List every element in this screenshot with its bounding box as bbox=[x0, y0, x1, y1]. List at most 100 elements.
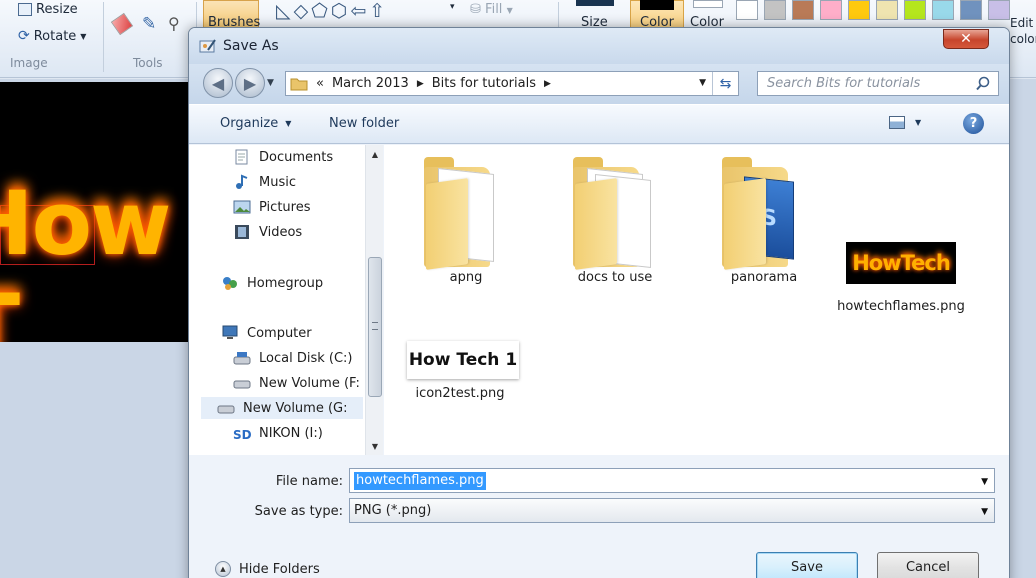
hide-folders-button[interactable]: ▲ Hide Folders bbox=[215, 561, 320, 577]
chevron-right-icon[interactable]: ▶ bbox=[544, 79, 551, 89]
chevron-right-icon[interactable]: ▶ bbox=[417, 79, 424, 89]
folder-icon: S bbox=[722, 155, 804, 270]
save-as-type-select[interactable]: PNG (*.png) ▼ bbox=[349, 498, 995, 523]
close-icon: ✕ bbox=[960, 31, 972, 47]
change-view-button[interactable]: ▼ bbox=[889, 116, 921, 129]
palette-swatch[interactable] bbox=[960, 0, 982, 20]
nav-item-new-volume-g[interactable]: New Volume (G: bbox=[201, 397, 363, 419]
file-name-field[interactable]: howtechflames.png ▼ bbox=[349, 468, 995, 493]
color-picker-tool-icon[interactable]: ✎ bbox=[142, 14, 156, 34]
nav-item-videos[interactable]: Videos bbox=[233, 221, 302, 243]
address-dropdown-icon[interactable]: ▼ bbox=[699, 78, 706, 88]
navigation-scrollbar[interactable]: ▲ ▼ bbox=[365, 145, 383, 455]
organize-button[interactable]: Organize ▼ bbox=[220, 116, 291, 131]
arrow-right-icon: ▶ bbox=[243, 73, 257, 93]
chevron-down-icon: ▼ bbox=[285, 119, 292, 128]
music-icon bbox=[236, 174, 248, 189]
save-as-type-value: PNG (*.png) bbox=[354, 503, 432, 518]
palette-swatch[interactable] bbox=[820, 0, 842, 20]
file-label: icon2test.png bbox=[415, 386, 505, 401]
help-icon[interactable]: ? bbox=[963, 113, 984, 134]
nav-item-pictures[interactable]: Pictures bbox=[233, 196, 310, 218]
nav-item-new-volume-f[interactable]: New Volume (F: bbox=[233, 372, 360, 394]
file-label: docs to use bbox=[577, 270, 653, 285]
file-label: apng bbox=[449, 270, 483, 285]
new-folder-button[interactable]: New folder bbox=[329, 116, 399, 131]
rotate-icon: ⟳ bbox=[18, 28, 30, 44]
search-box[interactable] bbox=[757, 71, 999, 96]
folder-icon bbox=[290, 78, 308, 90]
nav-item-documents[interactable]: Documents bbox=[233, 146, 333, 168]
size-icon bbox=[576, 0, 614, 6]
shapes-scroll-icon[interactable]: ▾ bbox=[450, 2, 455, 12]
scrollbar-thumb[interactable] bbox=[368, 257, 382, 397]
chevron-down-icon[interactable]: ▼ bbox=[981, 477, 988, 487]
resize-icon bbox=[18, 3, 32, 16]
tools-group-label: Tools bbox=[133, 56, 163, 70]
navigation-bar: ◀ ▶ ▼ « March 2013 ▶ Bits for tutorials … bbox=[189, 64, 1009, 104]
folder-icon bbox=[424, 155, 506, 270]
cancel-button[interactable]: Cancel bbox=[877, 552, 979, 578]
nav-item-music[interactable]: Music bbox=[233, 171, 296, 193]
save-button[interactable]: Save bbox=[756, 552, 858, 578]
palette-swatch[interactable] bbox=[736, 0, 758, 20]
search-icon[interactable] bbox=[975, 76, 991, 92]
paint-canvas[interactable]: How T bbox=[0, 82, 190, 342]
save-as-type-label: Save as type: bbox=[254, 504, 343, 519]
dialog-title: Save As bbox=[223, 38, 279, 54]
dialog-titlebar[interactable]: Save As ✕ bbox=[189, 28, 1009, 64]
refresh-icon: ⇆ bbox=[719, 75, 732, 92]
pictures-icon bbox=[233, 200, 251, 214]
eraser-tool-icon[interactable] bbox=[110, 12, 134, 36]
nav-item-local-disk[interactable]: Local Disk (C:) bbox=[233, 347, 352, 369]
scroll-up-icon[interactable]: ▲ bbox=[366, 145, 384, 163]
nav-item-nikon[interactable]: SD NIKON (I:) bbox=[233, 422, 323, 444]
back-button[interactable]: ◀ bbox=[203, 68, 233, 98]
breadcrumb-overflow[interactable]: « bbox=[316, 76, 324, 91]
chevron-down-icon: ▼ bbox=[981, 507, 988, 517]
edit-colors-button[interactable]: Edit colors bbox=[1010, 15, 1036, 47]
color1-swatch bbox=[640, 0, 674, 10]
chevron-up-icon: ▲ bbox=[215, 561, 231, 577]
palette-swatch[interactable] bbox=[904, 0, 926, 20]
image-thumbnail: How Tech 1 bbox=[407, 341, 519, 379]
palette-swatch[interactable] bbox=[764, 0, 786, 20]
refresh-button[interactable]: ⇆ bbox=[712, 72, 738, 95]
breadcrumb-march-2013[interactable]: March 2013 bbox=[332, 76, 409, 91]
fill-icon: ⛁ bbox=[470, 2, 481, 17]
file-label: panorama bbox=[730, 270, 798, 285]
resize-button[interactable]: Resize bbox=[18, 2, 78, 17]
chevron-down-icon: ▼ bbox=[915, 118, 922, 127]
palette-swatch[interactable] bbox=[932, 0, 954, 20]
address-bar[interactable]: « March 2013 ▶ Bits for tutorials ▶ ▼ ⇆ bbox=[285, 71, 739, 96]
ribbon-divider bbox=[103, 2, 104, 72]
color2-swatch[interactable] bbox=[693, 0, 723, 8]
homegroup-icon bbox=[223, 277, 237, 290]
search-input[interactable] bbox=[758, 72, 968, 95]
magnifier-tool-icon[interactable]: ⚲ bbox=[168, 14, 180, 33]
rotate-button[interactable]: ⟳ Rotate ▼ bbox=[18, 28, 86, 44]
view-icon bbox=[889, 116, 905, 129]
drive-icon bbox=[233, 352, 251, 365]
close-button[interactable]: ✕ bbox=[943, 29, 989, 49]
canvas-flame-text: How T bbox=[0, 172, 171, 342]
file-list: apng docs to use S panorama HowTech howt… bbox=[384, 145, 1009, 455]
scroll-down-icon[interactable]: ▼ bbox=[366, 437, 384, 455]
folder-icon bbox=[573, 155, 655, 270]
palette-swatch[interactable] bbox=[988, 0, 1010, 20]
nav-item-homegroup[interactable]: Homegroup bbox=[221, 272, 323, 294]
shapes-gallery[interactable]: ◺◇⬠⬡⇦⇧ bbox=[276, 0, 388, 22]
nav-item-computer[interactable]: Computer bbox=[221, 322, 312, 344]
palette-swatch[interactable] bbox=[792, 0, 814, 20]
palette-swatch[interactable] bbox=[876, 0, 898, 20]
breadcrumb-bits-for-tutorials[interactable]: Bits for tutorials bbox=[432, 76, 536, 91]
image-group-label: Image bbox=[10, 56, 48, 70]
fill-button[interactable]: ⛁ Fill ▼ bbox=[470, 2, 513, 17]
svg-text:SD: SD bbox=[233, 428, 251, 441]
image-thumbnail: HowTech bbox=[846, 242, 956, 284]
file-name-value[interactable]: howtechflames.png bbox=[354, 472, 486, 490]
command-bar: Organize ▼ New folder ▼ ? bbox=[189, 104, 1009, 144]
recent-locations-dropdown[interactable]: ▼ bbox=[267, 78, 274, 88]
palette-swatch[interactable] bbox=[848, 0, 870, 20]
forward-button[interactable]: ▶ bbox=[235, 68, 265, 98]
